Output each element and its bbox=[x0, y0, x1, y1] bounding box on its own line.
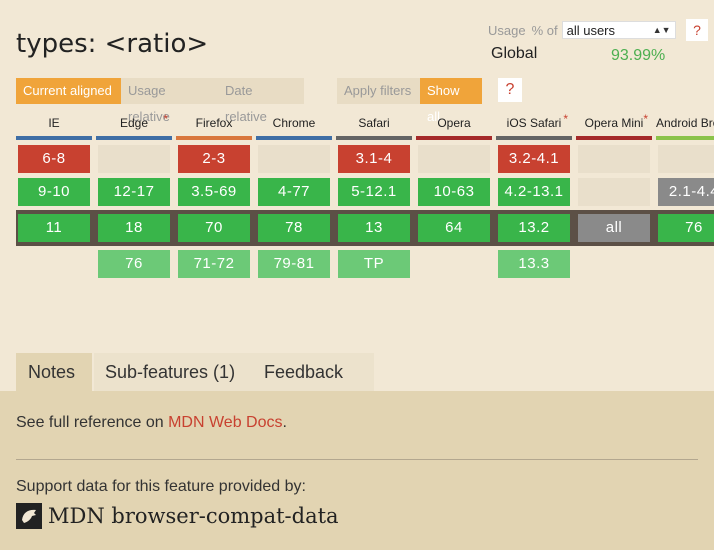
version-cell[interactable]: 3.5-69 bbox=[178, 178, 250, 206]
current-version-cell[interactable]: 18 bbox=[98, 214, 170, 242]
current-version-cell[interactable]: 78 bbox=[258, 214, 330, 242]
version-cell bbox=[418, 145, 490, 173]
select-arrows-icon: ▲▼ bbox=[652, 25, 671, 35]
version-cell[interactable]: 10-63 bbox=[418, 178, 490, 206]
date-relative-button[interactable]: Date relative bbox=[218, 78, 304, 124]
version-cell[interactable]: 4-77 bbox=[258, 178, 330, 206]
version-cell[interactable]: 4.2-13.1 bbox=[498, 178, 570, 206]
mdn-reference: See full reference on MDN Web Docs. bbox=[16, 414, 287, 432]
version-cell bbox=[578, 178, 650, 206]
version-cell[interactable]: 5-12.1 bbox=[338, 178, 410, 206]
mdn-web-docs-link[interactable]: MDN Web Docs bbox=[168, 414, 282, 431]
version-cell[interactable]: 13.3 bbox=[498, 250, 570, 278]
version-cell[interactable]: 2-3 bbox=[178, 145, 250, 173]
current-version-cell[interactable]: 13 bbox=[338, 214, 410, 242]
version-cell bbox=[578, 145, 650, 173]
browser-header: Opera bbox=[416, 116, 492, 138]
current-version-cell[interactable]: 11 bbox=[18, 214, 90, 242]
page-title: types: <ratio> bbox=[16, 29, 209, 60]
browser-column: IE bbox=[16, 116, 92, 140]
version-cell[interactable]: 79-81 bbox=[258, 250, 330, 278]
version-cell[interactable]: 6-8 bbox=[18, 145, 90, 173]
current-version-cell[interactable]: 70 bbox=[178, 214, 250, 242]
version-cell[interactable]: 71-72 bbox=[178, 250, 250, 278]
browser-name: IE bbox=[48, 116, 60, 130]
version-cell[interactable]: 2.1-4.4 bbox=[658, 178, 714, 206]
browser-name: Chrome bbox=[272, 116, 316, 130]
version-cell[interactable]: 9-10 bbox=[18, 178, 90, 206]
note-star: * bbox=[643, 112, 648, 126]
version-cell[interactable]: TP bbox=[338, 250, 410, 278]
browser-column: Firefox bbox=[176, 116, 252, 140]
tab-feedback[interactable]: Feedback bbox=[252, 353, 374, 391]
browser-column: iOS Safari * bbox=[496, 112, 572, 140]
browser-name: Edge bbox=[119, 116, 149, 130]
browser-header: Chrome bbox=[256, 116, 332, 138]
usage-label: Usage bbox=[488, 22, 526, 38]
current-version-cell[interactable]: 13.2 bbox=[498, 214, 570, 242]
usage-help-button[interactable]: ? bbox=[686, 19, 708, 41]
global-usage-value: 93.99% bbox=[611, 47, 666, 64]
browser-header: Safari bbox=[336, 116, 412, 138]
version-cell[interactable]: 76 bbox=[98, 250, 170, 278]
browser-header: IE bbox=[16, 116, 92, 138]
ref-prefix: See full reference on bbox=[16, 414, 169, 431]
users-select-value: all users bbox=[566, 22, 616, 38]
browser-header: Opera Mini * bbox=[576, 112, 652, 138]
tab-subfeatures[interactable]: Sub-features (1) bbox=[94, 353, 252, 391]
version-cell bbox=[658, 145, 714, 173]
version-cell bbox=[98, 145, 170, 173]
browser-header: iOS Safari * bbox=[496, 112, 572, 138]
current-version-cell[interactable]: all bbox=[578, 214, 650, 242]
version-cell[interactable]: 3.2-4.1 bbox=[498, 145, 570, 173]
browser-name: Opera Mini bbox=[584, 116, 644, 130]
global-label: Global bbox=[491, 45, 538, 62]
usage-pct-of: % of bbox=[531, 22, 558, 38]
note-star: * bbox=[563, 112, 568, 126]
browser-column: Safari bbox=[336, 116, 412, 140]
version-cell bbox=[258, 145, 330, 173]
browser-column: Chrome bbox=[256, 116, 332, 140]
browser-name: Opera bbox=[437, 116, 471, 130]
show-all-button[interactable]: Show all bbox=[420, 78, 482, 124]
browser-header: Android Browser bbox=[656, 116, 714, 138]
browser-header: Edge * bbox=[96, 112, 172, 138]
notes-divider bbox=[16, 459, 698, 460]
browser-column: Opera bbox=[416, 116, 492, 140]
filters-help-button[interactable]: ? bbox=[498, 78, 522, 102]
browser-name: Firefox bbox=[195, 116, 233, 130]
note-star: * bbox=[163, 112, 168, 126]
version-cell[interactable]: 3.1-4 bbox=[338, 145, 410, 173]
browser-name: iOS Safari bbox=[506, 116, 562, 130]
tab-notes[interactable]: Notes bbox=[16, 353, 92, 391]
browser-column: Opera Mini * bbox=[576, 112, 652, 140]
mdn-compat-data-label: MDN browser-compat-data bbox=[48, 504, 339, 528]
support-data-text: Support data for this feature provided b… bbox=[16, 478, 306, 495]
usage-relative-button[interactable]: Usage relative bbox=[121, 78, 218, 124]
ref-suffix: . bbox=[282, 414, 287, 431]
current-version-cell[interactable]: 64 bbox=[418, 214, 490, 242]
browser-name: Safari bbox=[358, 116, 390, 130]
current-version-cell[interactable]: 76 bbox=[658, 214, 714, 242]
users-select[interactable]: all users ▲▼ bbox=[561, 21, 676, 39]
mdn-compat-data-link[interactable]: MDN browser-compat-data bbox=[16, 503, 339, 529]
current-aligned-button[interactable]: Current aligned bbox=[16, 78, 121, 104]
browser-header: Firefox bbox=[176, 116, 252, 138]
usage-selector: Usage % of all users ▲▼ bbox=[488, 21, 676, 39]
version-cell[interactable]: 12-17 bbox=[98, 178, 170, 206]
browser-column: Android Browser bbox=[656, 116, 714, 140]
browser-column: Edge * bbox=[96, 112, 172, 140]
browser-name: Android Browser bbox=[656, 116, 714, 130]
apply-filters-button[interactable]: Apply filters bbox=[337, 78, 420, 104]
mdn-dino-logo-icon bbox=[16, 503, 42, 529]
